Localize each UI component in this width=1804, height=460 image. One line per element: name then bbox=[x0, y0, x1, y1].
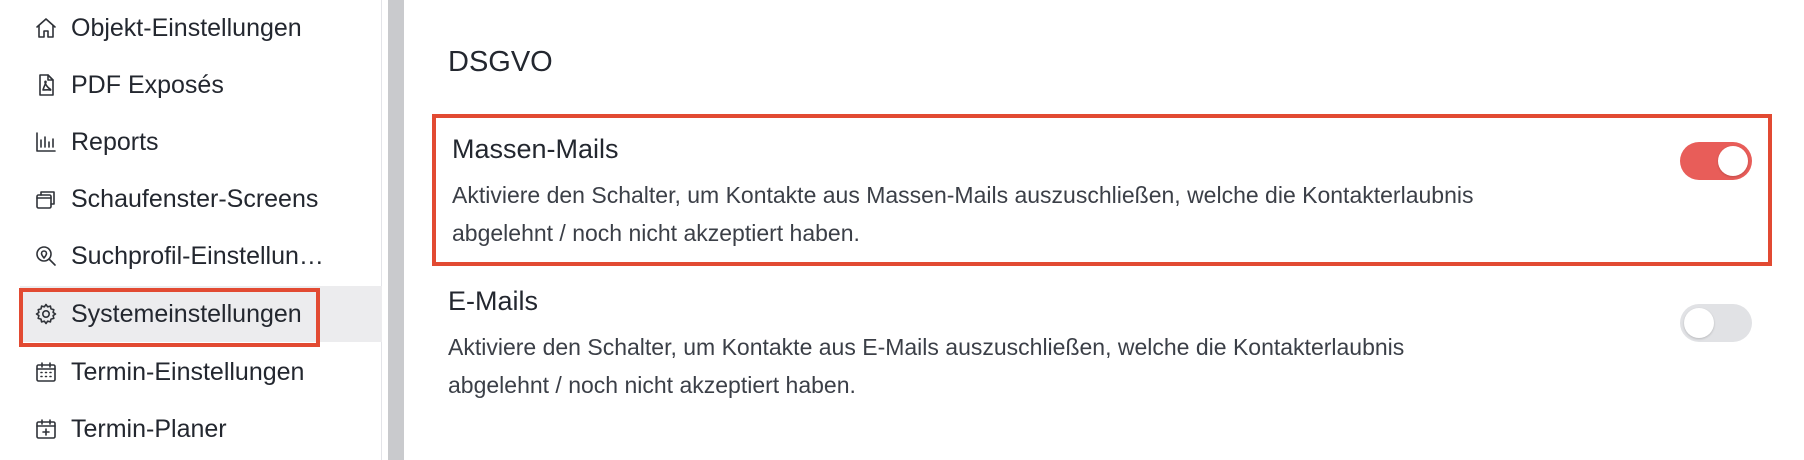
screens-icon bbox=[32, 185, 60, 213]
sidebar-item-label: Objekt-Einstellungen bbox=[71, 13, 302, 42]
sidebar-item-termin-planer[interactable]: Termin-Planer bbox=[20, 401, 382, 457]
setting-e-mails: E-Mails Aktiviere den Schalter, um Konta… bbox=[432, 282, 1772, 422]
setting-massen-mails: Massen-Mails Aktiviere den Schalter, um … bbox=[432, 114, 1772, 266]
sidebar-item-reports[interactable]: Reports bbox=[20, 114, 382, 170]
bar-chart-icon bbox=[32, 128, 60, 156]
sidebar-item-pdf-exposes[interactable]: PDF Exposés bbox=[20, 57, 382, 113]
toggle-knob bbox=[1718, 146, 1748, 176]
sidebar-item-systemeinstellungen[interactable]: Systemeinstellungen bbox=[20, 286, 382, 342]
setting-title: Massen-Mails bbox=[452, 134, 619, 164]
e-mails-toggle[interactable] bbox=[1680, 304, 1752, 342]
search-location-icon bbox=[32, 242, 60, 270]
pdf-file-icon bbox=[32, 71, 60, 99]
sidebar-item-label: Systemeinstellungen bbox=[71, 299, 302, 328]
home-icon bbox=[32, 14, 60, 42]
gear-icon bbox=[32, 300, 60, 328]
section-title: DSGVO bbox=[448, 46, 553, 78]
calendar-plus-icon bbox=[32, 415, 60, 443]
sidebar-item-termin-einstellungen[interactable]: Termin-Einstellungen bbox=[20, 344, 382, 400]
sidebar-item-objekt-einstellungen[interactable]: Objekt-Einstellungen bbox=[20, 0, 382, 56]
sidebar-item-label: Suchprofil-Einstellun… bbox=[71, 241, 324, 270]
sidebar-item-label: Reports bbox=[71, 127, 159, 156]
sidebar-item-suchprofil-einstellungen[interactable]: Suchprofil-Einstellun… bbox=[20, 228, 382, 284]
sidebar-item-label: Schaufenster-Screens bbox=[71, 184, 319, 213]
sidebar-item-schaufenster-screens[interactable]: Schaufenster-Screens bbox=[20, 171, 382, 227]
setting-title: E-Mails bbox=[448, 286, 539, 316]
sidebar-item-label: Termin-Einstellungen bbox=[71, 357, 305, 386]
sidebar-item-label: PDF Exposés bbox=[71, 70, 224, 99]
setting-description: Aktiviere den Schalter, um Kontakte aus … bbox=[452, 182, 1474, 246]
sidebar-scrollbar[interactable] bbox=[388, 0, 404, 460]
massen-mails-toggle[interactable] bbox=[1680, 142, 1752, 180]
toggle-knob bbox=[1684, 308, 1714, 338]
sidebar: Objekt-Einstellungen PDF Exposés Reports… bbox=[0, 0, 382, 460]
main-content: DSGVO Massen-Mails Aktiviere den Schalte… bbox=[404, 0, 1804, 460]
sidebar-item-label: Termin-Planer bbox=[71, 414, 227, 443]
calendar-icon bbox=[32, 358, 60, 386]
setting-description: Aktiviere den Schalter, um Kontakte aus … bbox=[448, 334, 1405, 398]
